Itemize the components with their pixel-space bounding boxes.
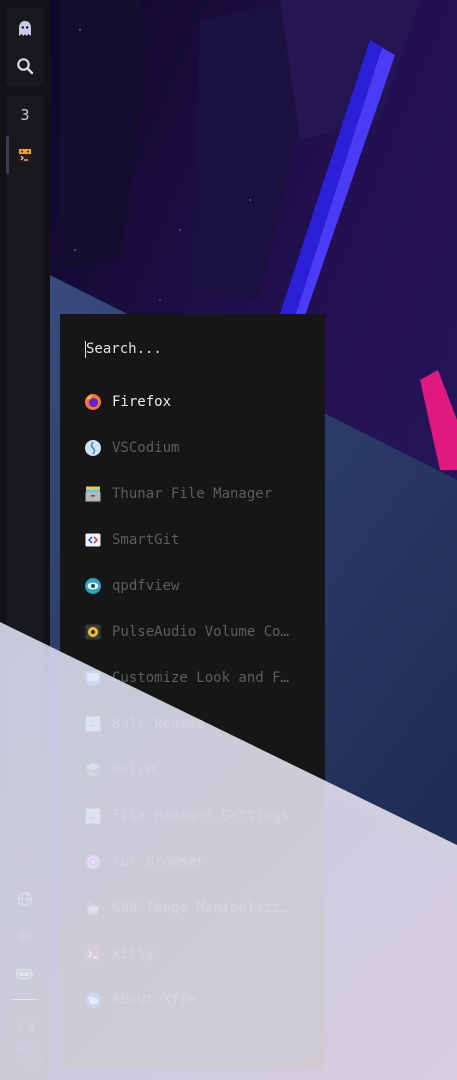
app-item-smartgit[interactable]: SmartGit: [84, 526, 304, 554]
file-manager-icon: [84, 807, 102, 825]
app-item-label: Firefox: [112, 394, 172, 410]
app-item-gimp[interactable]: GNU Image Manipulation…: [84, 894, 304, 922]
app-item-firefox[interactable]: Firefox: [84, 388, 304, 416]
app-item-label: kitty: [112, 946, 155, 962]
panel-launchers: [6, 8, 44, 86]
app-item-label: Tor Browser: [112, 854, 205, 870]
app-item-kitty[interactable]: kitty: [84, 940, 304, 968]
speaker-icon: [84, 623, 102, 641]
app-item-label: VSCodium: [112, 440, 180, 456]
app-item-customize-look[interactable]: Customize Look and Feel: [84, 664, 304, 692]
search-placeholder: Search...: [86, 341, 162, 357]
app-item-thunar[interactable]: Thunar File Manager: [84, 480, 304, 508]
app-item-qpdfview[interactable]: qpdfview: [84, 572, 304, 600]
ghost-icon[interactable]: [6, 12, 44, 46]
gimp-icon: [84, 899, 102, 917]
battery-icon[interactable]: [6, 957, 44, 991]
app-item-label: About Xfce: [112, 992, 197, 1008]
network-icon[interactable]: [6, 882, 44, 916]
app-item-vscodium[interactable]: VSCodium: [84, 434, 304, 462]
firefox-icon: [84, 393, 102, 411]
app-item-bulk-rename[interactable]: Bulk Rename: [84, 710, 304, 738]
tor-icon: [84, 853, 102, 871]
terminal-icon: [84, 945, 102, 963]
tray-separator: [12, 999, 38, 1000]
volume-icon[interactable]: [6, 919, 44, 953]
workspace-area: 3: [6, 96, 44, 871]
app-item-about-xfce[interactable]: About Xfce: [84, 986, 304, 1014]
search-input[interactable]: Search...: [85, 338, 305, 360]
app-item-label: Thunar File Manager: [112, 486, 273, 502]
app-item-file-manager-settings[interactable]: File Manager Settings: [84, 802, 304, 830]
app-item-tor-browser[interactable]: Tor Browser: [84, 848, 304, 876]
search-icon[interactable]: [6, 49, 44, 83]
file-manager-icon: [84, 485, 102, 503]
clock-minute[interactable]: 42: [6, 1038, 44, 1060]
system-tray: 19 42: [6, 880, 44, 1070]
text-caret: [85, 341, 86, 358]
app-item-label: PolyMC: [112, 762, 163, 778]
app-item-polymc[interactable]: PolyMC: [84, 756, 304, 784]
app-item-label: PulseAudio Volume Cont…: [112, 624, 297, 640]
app-item-pulseaudio[interactable]: PulseAudio Volume Cont…: [84, 618, 304, 646]
app-item-label: qpdfview: [112, 578, 180, 594]
polymc-icon: [84, 761, 102, 779]
smartgit-icon: [84, 531, 102, 549]
xfce-icon: [84, 991, 102, 1009]
app-item-label: GNU Image Manipulation…: [112, 900, 297, 916]
clock-hour[interactable]: 19: [6, 1016, 44, 1038]
workspace-number[interactable]: 3: [6, 106, 44, 124]
app-item-label: Customize Look and Feel: [112, 670, 297, 686]
left-panel: 3 19 42: [0, 0, 50, 1080]
vscodium-icon: [84, 439, 102, 457]
app-item-label: File Manager Settings: [112, 808, 290, 824]
file-manager-icon: [84, 715, 102, 733]
app-item-label: SmartGit: [112, 532, 180, 548]
app-launcher-menu: Search... Firefox VSCodium Thunar File M…: [60, 314, 325, 1069]
appearance-icon: [84, 669, 102, 687]
eye-icon: [84, 577, 102, 595]
app-item-label: Bulk Rename: [112, 716, 205, 732]
terminal-app-icon[interactable]: [6, 138, 44, 172]
